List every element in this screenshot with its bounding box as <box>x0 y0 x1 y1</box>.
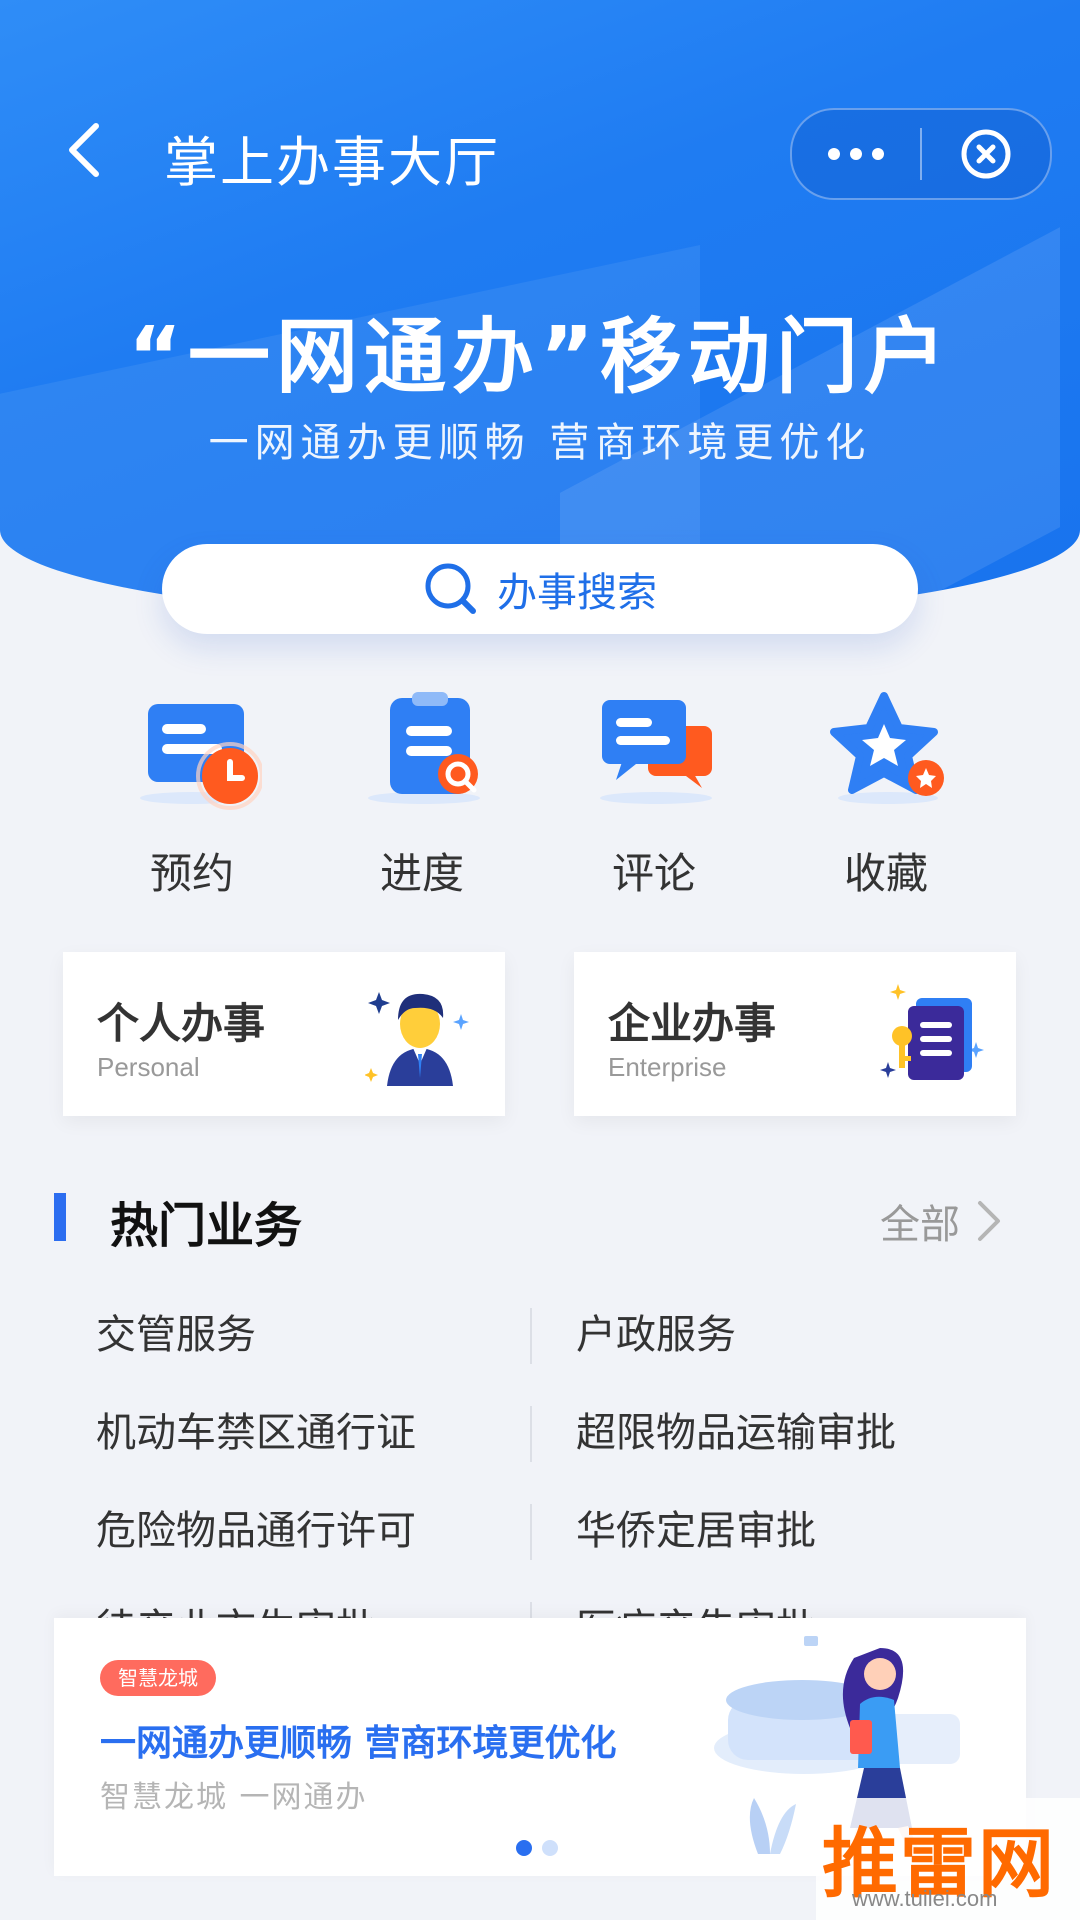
list-item[interactable]: 待产业市生审批 <box>96 1594 516 1620</box>
hot-section-title: 热门业务 <box>110 1198 303 1254</box>
quick-action-label: 进度 <box>379 849 464 898</box>
chevron-right-icon <box>978 1201 1000 1241</box>
app-title: 掌上办事大厅 <box>164 131 500 194</box>
list-item[interactable]: 危险物品通行许可 <box>96 1496 516 1594</box>
enterprise-service-card[interactable]: 企业办事 Enterprise <box>574 952 1016 1116</box>
hot-business-list: 交管服务 户政服务 机动车禁区通行证 超限物品运输审批 危险物品通行许可 华侨定… <box>0 1300 1080 1620</box>
list-item[interactable]: 超限物品运输审批 <box>576 1398 1036 1496</box>
list-item[interactable]: 医疗产告审批 <box>576 1594 1036 1620</box>
favorite-icon <box>830 692 944 804</box>
carousel-dot-active[interactable] <box>516 1840 532 1856</box>
quick-action-comment[interactable]: 评论 <box>554 690 754 900</box>
promo-tag: 智慧龙城 <box>100 1660 216 1696</box>
banner-title: “一网通办”移动门户 <box>128 310 952 405</box>
close-circle-icon <box>961 129 1011 179</box>
list-row: 机动车禁区通行证 超限物品运输审批 <box>0 1398 1080 1496</box>
list-row: 交管服务 户政服务 <box>0 1300 1080 1398</box>
close-button[interactable] <box>922 110 1050 198</box>
list-item[interactable]: 华侨定居审批 <box>576 1496 1036 1594</box>
miniapp-capsule <box>790 108 1052 200</box>
column-divider <box>530 1504 532 1560</box>
search-icon <box>425 563 476 614</box>
carousel-dot[interactable] <box>542 1840 558 1856</box>
progress-icon <box>368 692 480 804</box>
more-button[interactable] <box>792 110 920 198</box>
document-icon <box>880 984 984 1080</box>
view-all-link[interactable]: 全部 <box>880 1192 1002 1250</box>
card-title: 个人办事 <box>97 999 266 1048</box>
view-all-label: 全部 <box>880 1202 960 1248</box>
list-row: 危险物品通行许可 华侨定居审批 <box>0 1496 1080 1594</box>
list-row: 待产业市生审批 医疗产告审批 <box>0 1594 1080 1620</box>
quick-action-label: 收藏 <box>843 849 928 898</box>
watermark-url: www.tuilei.com <box>852 1886 998 1911</box>
comment-icon <box>600 700 712 804</box>
promo-title: 一网通办更顺畅 营商环境更优化 <box>100 1723 617 1764</box>
back-button[interactable] <box>54 120 114 180</box>
appointment-icon <box>140 704 262 810</box>
list-item[interactable]: 交管服务 <box>96 1300 516 1398</box>
banner-subtitle: 一网通办更顺畅 营商环境更优化 <box>208 420 872 466</box>
list-item[interactable]: 户政服务 <box>576 1300 1036 1398</box>
search-placeholder: 办事搜索 <box>497 570 657 616</box>
quick-action-progress[interactable]: 进度 <box>322 690 522 900</box>
quick-action-label: 预约 <box>149 849 234 898</box>
more-dots-icon <box>850 148 862 160</box>
personal-service-card[interactable]: 个人办事 Personal <box>63 952 505 1116</box>
quick-action-favorite[interactable]: 收藏 <box>786 690 986 900</box>
search-bar[interactable]: 办事搜索 <box>162 544 918 634</box>
more-dots-icon <box>828 148 840 160</box>
quick-action-label: 评论 <box>611 849 696 898</box>
watermark: 推雷网 www.tuilei.com <box>816 1798 1080 1920</box>
column-divider <box>530 1406 532 1462</box>
card-subtitle: Personal <box>97 1052 200 1082</box>
quick-actions: 预约 进度 评论 收藏 <box>0 690 1080 900</box>
section-accent-bar <box>54 1193 66 1241</box>
carousel-dots <box>516 1840 558 1856</box>
quick-action-appointment[interactable]: 预约 <box>92 690 292 900</box>
promo-subtitle: 智慧龙城 一网通办 <box>100 1780 368 1815</box>
list-item[interactable]: 机动车禁区通行证 <box>96 1398 516 1496</box>
person-icon <box>365 992 469 1086</box>
card-subtitle: Enterprise <box>608 1052 727 1082</box>
chevron-left-icon <box>69 123 99 177</box>
column-divider <box>530 1308 532 1364</box>
more-dots-icon <box>872 148 884 160</box>
card-title: 企业办事 <box>608 999 777 1048</box>
